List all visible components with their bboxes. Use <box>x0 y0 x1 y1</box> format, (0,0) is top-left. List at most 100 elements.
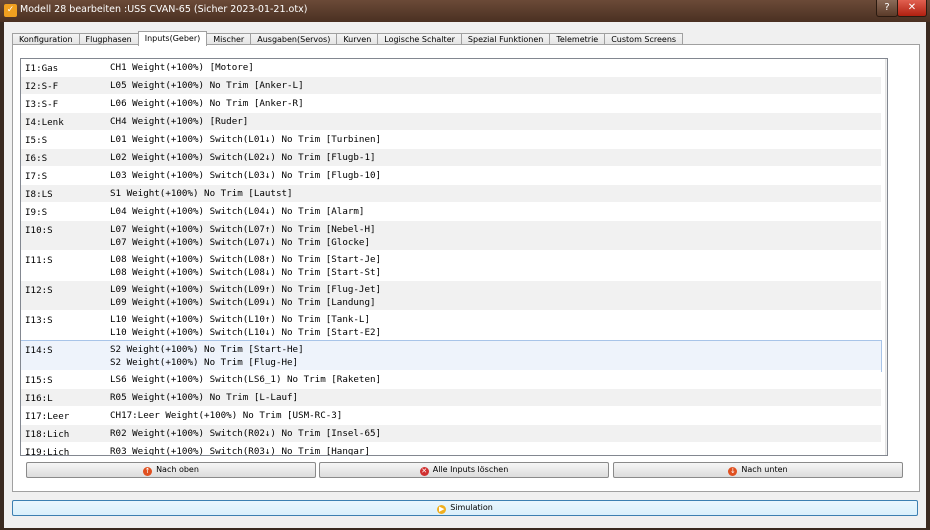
input-line: L09 Weight(+100%) Switch(L09↑) No Trim [… <box>110 284 382 295</box>
input-name: I15:S <box>25 375 53 386</box>
input-name: I12:S <box>25 285 53 296</box>
input-line: R05 Weight(+100%) No Trim [L-Lauf] <box>110 392 299 403</box>
input-lines: R02 Weight(+100%) Switch(R02↓) No Trim [… <box>110 425 881 443</box>
input-line: CH17:Leer Weight(+100%) No Trim [USM-RC-… <box>110 410 343 421</box>
input-name: I14:S <box>25 345 53 356</box>
list-item[interactable]: I3:S-F L06 Weight(+100%) No Trim [Anker-R… <box>21 95 881 113</box>
input-line: L08 Weight(+100%) Switch(L08↓) No Trim [… <box>110 266 382 278</box>
input-line: S2 Weight(+100%) No Trim [Flug-He] <box>110 356 299 368</box>
inputs-list[interactable]: I1:Gas CH1 Weight(+100%) [Motore] I2:S-F L0… <box>20 58 888 456</box>
tab-inputs-geber[interactable]: Inputs(Geber) <box>137 31 208 46</box>
list-item[interactable]: I4:Lenk CH4 Weight(+100%) [Ruder] <box>21 113 881 131</box>
input-lines: L04 Weight(+100%) Switch(L04↓) No Trim [… <box>110 203 881 221</box>
list-item[interactable]: I14:S S2 Weight(+100%) No Trim [Start-He]… <box>21 340 882 372</box>
inputs-rows: I1:Gas CH1 Weight(+100%) [Motore] I2:S-F L0… <box>21 59 883 456</box>
input-line: LS6 Weight(+100%) Switch(LS6_1) No Trim … <box>110 374 382 385</box>
scroll-up-arrow-icon[interactable]: ▲ <box>886 59 887 71</box>
scroll-down-arrow-icon[interactable]: ▼ <box>886 443 887 455</box>
title-bar: ✓ Modell 28 bearbeiten :USS CVAN-65 (Sic… <box>0 0 930 22</box>
input-lines: L03 Weight(+100%) Switch(L03↓) No Trim [… <box>110 167 881 185</box>
scroll-thumb[interactable]: ≡ <box>887 71 888 305</box>
input-name: I13:S <box>25 315 53 326</box>
input-lines: L01 Weight(+100%) Switch(L01↓) No Trim [… <box>110 131 881 149</box>
input-name: I6:S <box>25 153 48 164</box>
input-lines: L02 Weight(+100%) Switch(L02↓) No Trim [… <box>110 149 881 167</box>
arrow-up-icon: ↑ <box>143 467 153 476</box>
vertical-scrollbar[interactable]: ▲ ≡ ▼ <box>885 59 888 455</box>
help-button[interactable]: ? <box>876 0 898 17</box>
input-line: L08 Weight(+100%) Switch(L08↑) No Trim [… <box>110 254 382 265</box>
input-name: I19:Lich <box>25 447 70 456</box>
input-lines: L10 Weight(+100%) Switch(L10↑) No Trim [… <box>110 311 881 341</box>
list-item[interactable]: I10:S L07 Weight(+100%) Switch(L07↑) No T… <box>21 221 881 251</box>
input-name: I11:S <box>25 255 53 266</box>
input-line: L09 Weight(+100%) Switch(L09↓) No Trim [… <box>110 296 376 308</box>
input-name: I10:S <box>25 225 53 236</box>
input-lines: S2 Weight(+100%) No Trim [Start-He] S2 We… <box>110 341 881 371</box>
list-item[interactable]: I8:LS S1 Weight(+100%) No Trim [Lautst] <box>21 185 881 203</box>
input-lines: CH17:Leer Weight(+100%) No Trim [USM-RC-… <box>110 407 881 425</box>
list-item[interactable]: I11:S L08 Weight(+100%) Switch(L08↑) No T… <box>21 251 881 281</box>
input-line: S2 Weight(+100%) No Trim [Start-He] <box>110 344 304 355</box>
list-item[interactable]: I13:S L10 Weight(+100%) Switch(L10↑) No T… <box>21 311 881 341</box>
input-name: I5:S <box>25 135 48 146</box>
list-item[interactable]: I7:S L03 Weight(+100%) Switch(L03↓) No Tr… <box>21 167 881 185</box>
move-up-label: Nach oben <box>156 465 199 474</box>
input-name: I2:S-F <box>25 81 59 92</box>
list-item[interactable]: I5:S L01 Weight(+100%) Switch(L01↓) No Tr… <box>21 131 881 149</box>
app-icon: ✓ <box>4 4 17 17</box>
close-button[interactable]: ✕ <box>897 0 927 17</box>
move-up-button[interactable]: ↑ Nach oben <box>26 462 316 478</box>
list-item[interactable]: I6:S L02 Weight(+100%) Switch(L02↓) No Tr… <box>21 149 881 167</box>
list-item[interactable]: I1:Gas CH1 Weight(+100%) [Motore] <box>21 59 881 77</box>
input-line: L02 Weight(+100%) Switch(L02↓) No Trim [… <box>110 152 376 163</box>
input-line: L05 Weight(+100%) No Trim [Anker-L] <box>110 80 304 91</box>
move-down-label: Nach unten <box>741 465 788 474</box>
clear-inputs-label: Alle Inputs löschen <box>432 465 509 474</box>
list-item[interactable]: I16:L R05 Weight(+100%) No Trim [L-Lauf] <box>21 389 881 407</box>
list-item[interactable]: I19:Lich R03 Weight(+100%) Switch(R03↓) N… <box>21 443 881 456</box>
input-line: L01 Weight(+100%) Switch(L01↓) No Trim [… <box>110 134 382 145</box>
list-item[interactable]: I9:S L04 Weight(+100%) Switch(L04↓) No Tr… <box>21 203 881 221</box>
input-lines: CH1 Weight(+100%) [Motore] <box>110 59 881 77</box>
input-lines: L06 Weight(+100%) No Trim [Anker-R] <box>110 95 881 113</box>
delete-icon: ✕ <box>419 467 429 476</box>
input-lines: LS6 Weight(+100%) Switch(LS6_1) No Trim … <box>110 371 881 389</box>
simulation-button[interactable]: ▶ Simulation <box>12 500 918 516</box>
simulation-label: Simulation <box>450 503 493 512</box>
input-lines: CH4 Weight(+100%) [Ruder] <box>110 113 881 131</box>
input-line: CH1 Weight(+100%) [Motore] <box>110 62 254 73</box>
input-name: I9:S <box>25 207 48 218</box>
input-line: S1 Weight(+100%) No Trim [Lautst] <box>110 188 293 199</box>
arrow-down-icon: ↓ <box>728 467 738 476</box>
input-lines: L05 Weight(+100%) No Trim [Anker-L] <box>110 77 881 95</box>
input-lines: L07 Weight(+100%) Switch(L07↑) No Trim [… <box>110 221 881 251</box>
input-name: I18:Lich <box>25 429 70 440</box>
play-icon: ▶ <box>437 505 447 514</box>
clear-inputs-button[interactable]: ✕ Alle Inputs löschen <box>319 462 609 478</box>
input-lines: L09 Weight(+100%) Switch(L09↑) No Trim [… <box>110 281 881 311</box>
list-item[interactable]: I12:S L09 Weight(+100%) Switch(L09↑) No T… <box>21 281 881 311</box>
input-lines: S1 Weight(+100%) No Trim [Lautst] <box>110 185 881 203</box>
input-name: I1:Gas <box>25 63 59 74</box>
move-down-button[interactable]: ↓ Nach unten <box>613 462 903 478</box>
input-line: L10 Weight(+100%) Switch(L10↓) No Trim [… <box>110 326 382 338</box>
list-item[interactable]: I2:S-F L05 Weight(+100%) No Trim [Anker-L… <box>21 77 881 95</box>
input-line: L03 Weight(+100%) Switch(L03↓) No Trim [… <box>110 170 382 181</box>
input-line: L06 Weight(+100%) No Trim [Anker-R] <box>110 98 304 109</box>
input-line: L10 Weight(+100%) Switch(L10↑) No Trim [… <box>110 314 370 325</box>
input-name: I7:S <box>25 171 48 182</box>
input-name: I8:LS <box>25 189 53 200</box>
input-line: CH4 Weight(+100%) [Ruder] <box>110 116 249 127</box>
list-item[interactable]: I18:Lich R02 Weight(+100%) Switch(R02↓) N… <box>21 425 881 443</box>
list-item[interactable]: I17:Leer CH17:Leer Weight(+100%) No Trim … <box>21 407 881 425</box>
input-line: L07 Weight(+100%) Switch(L07↓) No Trim [… <box>110 236 370 248</box>
input-line: L04 Weight(+100%) Switch(L04↓) No Trim [… <box>110 206 365 217</box>
input-name: I4:Lenk <box>25 117 64 128</box>
input-name: I16:L <box>25 393 53 404</box>
input-line: R03 Weight(+100%) Switch(R03↓) No Trim [… <box>110 446 370 456</box>
input-lines: R03 Weight(+100%) Switch(R03↓) No Trim [… <box>110 443 881 456</box>
input-line: L07 Weight(+100%) Switch(L07↑) No Trim [… <box>110 224 376 235</box>
list-item[interactable]: I15:S LS6 Weight(+100%) Switch(LS6_1) No … <box>21 371 881 389</box>
input-name: I3:S-F <box>25 99 59 110</box>
